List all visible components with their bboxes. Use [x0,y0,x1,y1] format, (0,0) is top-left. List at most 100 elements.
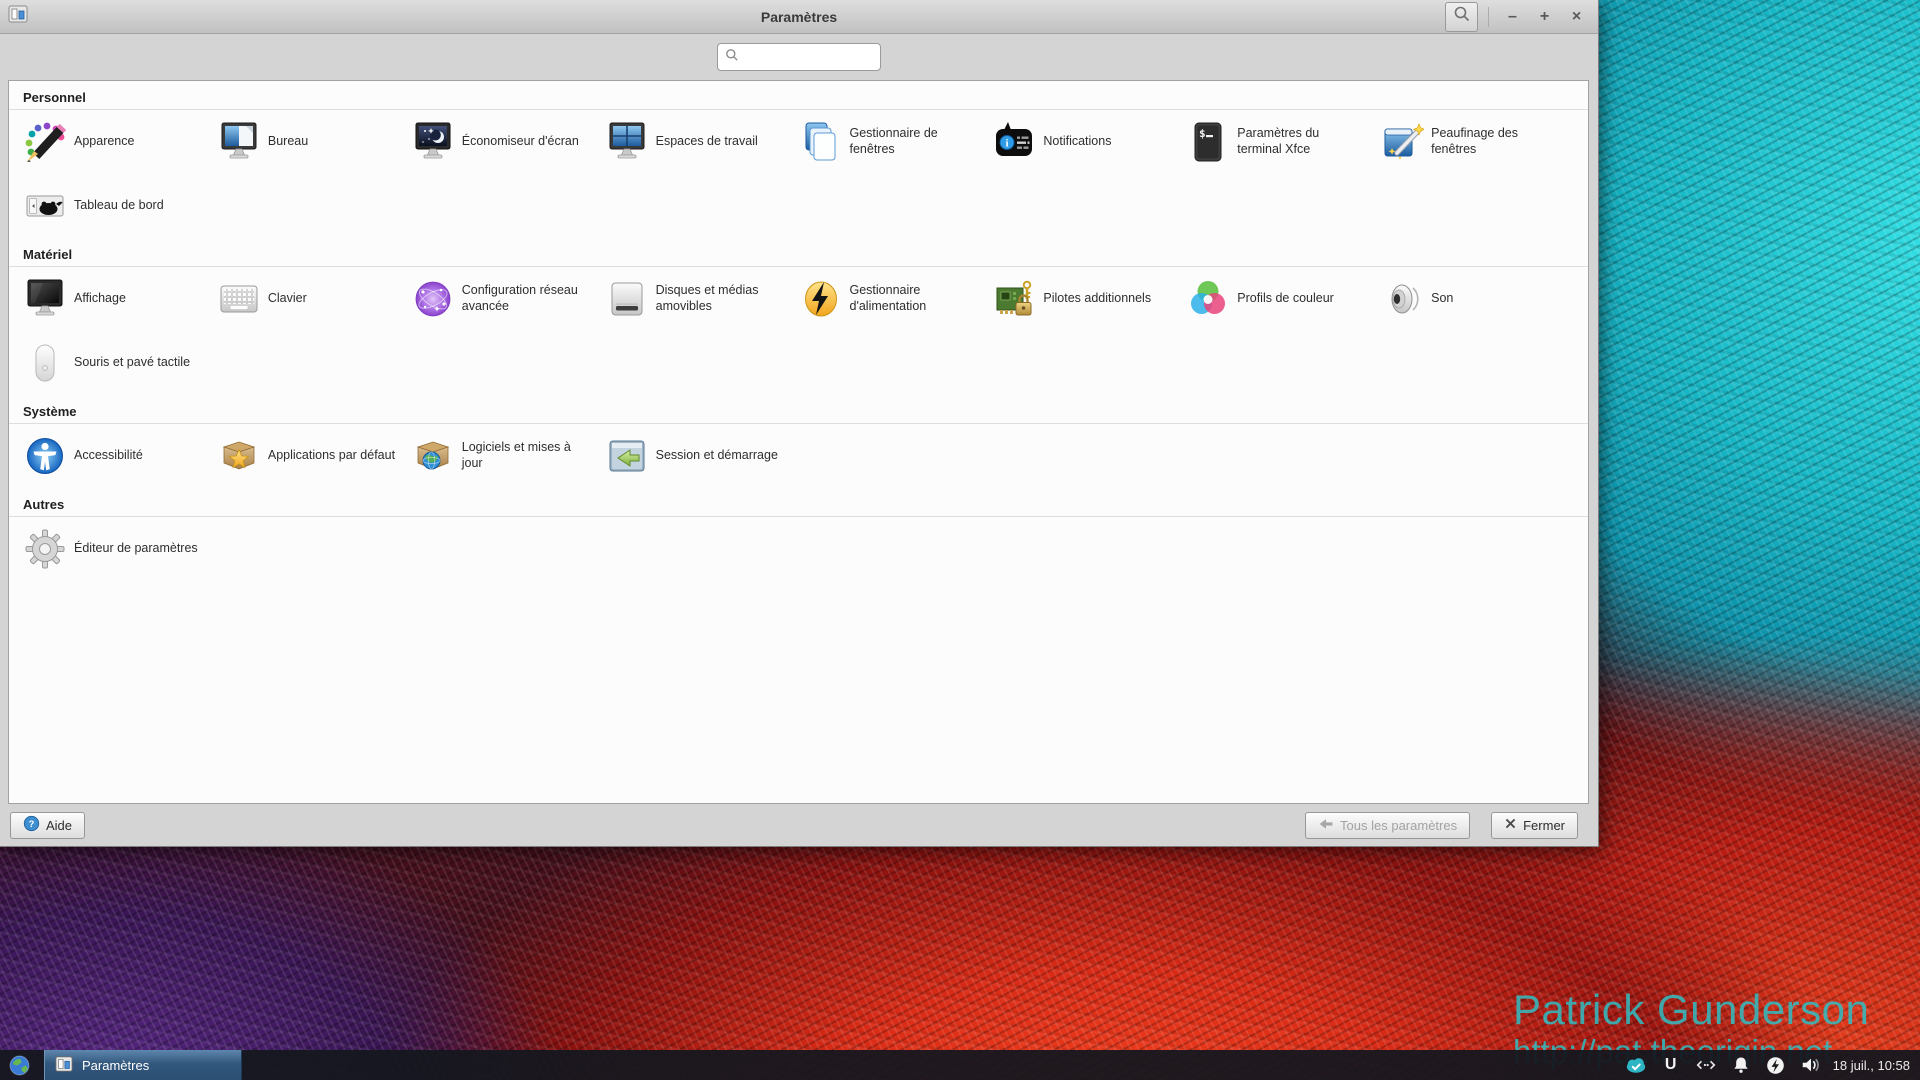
power-tray-icon[interactable] [1765,1054,1787,1076]
all-settings-button[interactable]: Tous les paramètres [1305,812,1470,839]
settings-item-disques[interactable]: Disques et médias amovibles [605,267,799,331]
titlebar-search-button[interactable] [1445,2,1478,32]
item-label: Tableau de bord [74,198,164,214]
item-label: Affichage [74,291,126,307]
clock[interactable]: 18 juil., 10:58 [1833,1058,1910,1073]
desktop-icon [217,120,261,164]
system-tray: U [1625,1054,1822,1076]
back-arrow-icon [1318,816,1334,835]
settings-item-tableau-de-bord[interactable]: Tableau de bord [23,174,217,238]
settings-item-alimentation[interactable]: Gestionnaire d'alimentation [799,267,993,331]
item-label: Bureau [268,134,308,150]
section-systeme: Système Accessibilité [9,395,1588,488]
window-footer: ? Aide Tous les paramètres Fermer [0,804,1598,846]
close-icon [1504,817,1517,833]
section-autres: Autres [9,488,1588,581]
settings-item-gestionnaire-fenetres[interactable]: Gestionnaire de fenêtres [799,110,993,174]
power-manager-icon [799,277,843,321]
svg-text:i: i [1006,138,1009,150]
settings-manager-icon [55,1055,73,1076]
network-tray-icon[interactable] [1695,1054,1717,1076]
taskbar: Paramètres U 18 juil., 10:58 [0,1050,1920,1080]
section-title: Personnel [9,81,1588,107]
settings-item-bureau[interactable]: Bureau [217,110,411,174]
item-label: Accessibilité [74,448,143,464]
section-materiel: Matériel Affichage [9,238,1588,395]
maximize-button[interactable]: + [1531,3,1558,30]
session-icon [605,434,649,478]
settings-window: Paramètres – + × [0,0,1599,847]
settings-manager-icon [8,4,28,29]
search-box[interactable] [717,43,881,71]
item-label: Espaces de travail [656,134,758,150]
help-icon: ? [23,815,40,835]
help-button[interactable]: ? Aide [10,812,85,839]
item-label: Clavier [268,291,307,307]
svg-text:$: $ [1199,127,1206,140]
settings-item-logiciels[interactable]: Logiciels et mises à jour [411,424,605,488]
keyboard-icon [217,277,261,321]
notifications-icon: i [992,120,1036,164]
settings-item-editeur-parametres[interactable]: Éditeur de paramètres [23,517,217,581]
globe-icon [9,1055,30,1076]
settings-item-terminal[interactable]: $ Paramètres du terminal Xfce [1186,110,1380,174]
settings-item-economiseur[interactable]: Économiseur d'écran [411,110,605,174]
settings-item-reseau[interactable]: Configuration réseau avancée [411,267,605,331]
volume-icon[interactable] [1800,1054,1822,1076]
item-label: Éditeur de paramètres [74,541,198,557]
cloud-sync-icon[interactable] [1625,1054,1647,1076]
settings-item-clavier[interactable]: Clavier [217,267,411,331]
section-title: Autres [9,488,1588,514]
color-profiles-icon [1186,277,1230,321]
item-label: Apparence [74,134,134,150]
settings-item-peaufinage[interactable]: Peaufinage des fenêtres [1380,110,1574,174]
item-label: Économiseur d'écran [462,134,579,150]
settings-panel: Personnel Apparence [8,80,1589,804]
settings-item-affichage[interactable]: Affichage [23,267,217,331]
task-button-label: Paramètres [82,1058,149,1073]
help-button-label: Aide [46,818,72,833]
settings-item-accessibilite[interactable]: Accessibilité [23,424,217,488]
appearance-icon [23,120,67,164]
titlebar[interactable]: Paramètres – + × [0,0,1598,34]
item-label: Notifications [1043,134,1111,150]
removable-media-icon [605,277,649,321]
settings-item-son[interactable]: Son [1380,267,1574,331]
settings-item-applications-defaut[interactable]: Applications par défaut [217,424,411,488]
item-label: Son [1431,291,1453,307]
close-button[interactable]: × [1563,3,1590,30]
item-label: Souris et pavé tactile [74,355,190,371]
terminal-icon: $ [1186,120,1230,164]
taskbar-task-parametres[interactable]: Paramètres [44,1050,242,1080]
settings-item-pilotes[interactable]: Pilotes additionnels [992,267,1186,331]
search-input[interactable] [744,49,874,66]
settings-editor-icon [23,527,67,571]
settings-item-souris[interactable]: Souris et pavé tactile [23,331,217,395]
drivers-icon [992,277,1036,321]
item-label: Paramètres du terminal Xfce [1237,126,1365,157]
svg-text:?: ? [29,819,35,829]
close-button-label: Fermer [1523,818,1565,833]
bell-icon[interactable] [1730,1054,1752,1076]
titlebar-separator [1488,7,1489,27]
item-label: Pilotes additionnels [1043,291,1151,307]
software-updates-icon [411,434,455,478]
settings-item-espaces[interactable]: Espaces de travail [605,110,799,174]
accessibility-icon [23,434,67,478]
screensaver-icon [411,120,455,164]
item-label: Gestionnaire de fenêtres [850,126,978,157]
messaging-u-icon[interactable]: U [1660,1054,1682,1076]
applications-menu-button[interactable] [9,1055,30,1076]
wallpaper-credit-name: Patrick Gunderson [1513,988,1869,1032]
settings-item-notifications[interactable]: i Notifications [992,110,1186,174]
settings-item-apparence[interactable]: Apparence [23,110,217,174]
section-title: Système [9,395,1588,421]
window-title: Paramètres [0,9,1598,25]
item-label: Applications par défaut [268,448,395,464]
mouse-icon [23,341,67,385]
close-window-button[interactable]: Fermer [1491,812,1578,839]
settings-item-profils-couleur[interactable]: Profils de couleur [1186,267,1380,331]
settings-item-session[interactable]: Session et démarrage [605,424,799,488]
section-personnel: Personnel Apparence [9,81,1588,238]
minimize-button[interactable]: – [1499,3,1526,30]
